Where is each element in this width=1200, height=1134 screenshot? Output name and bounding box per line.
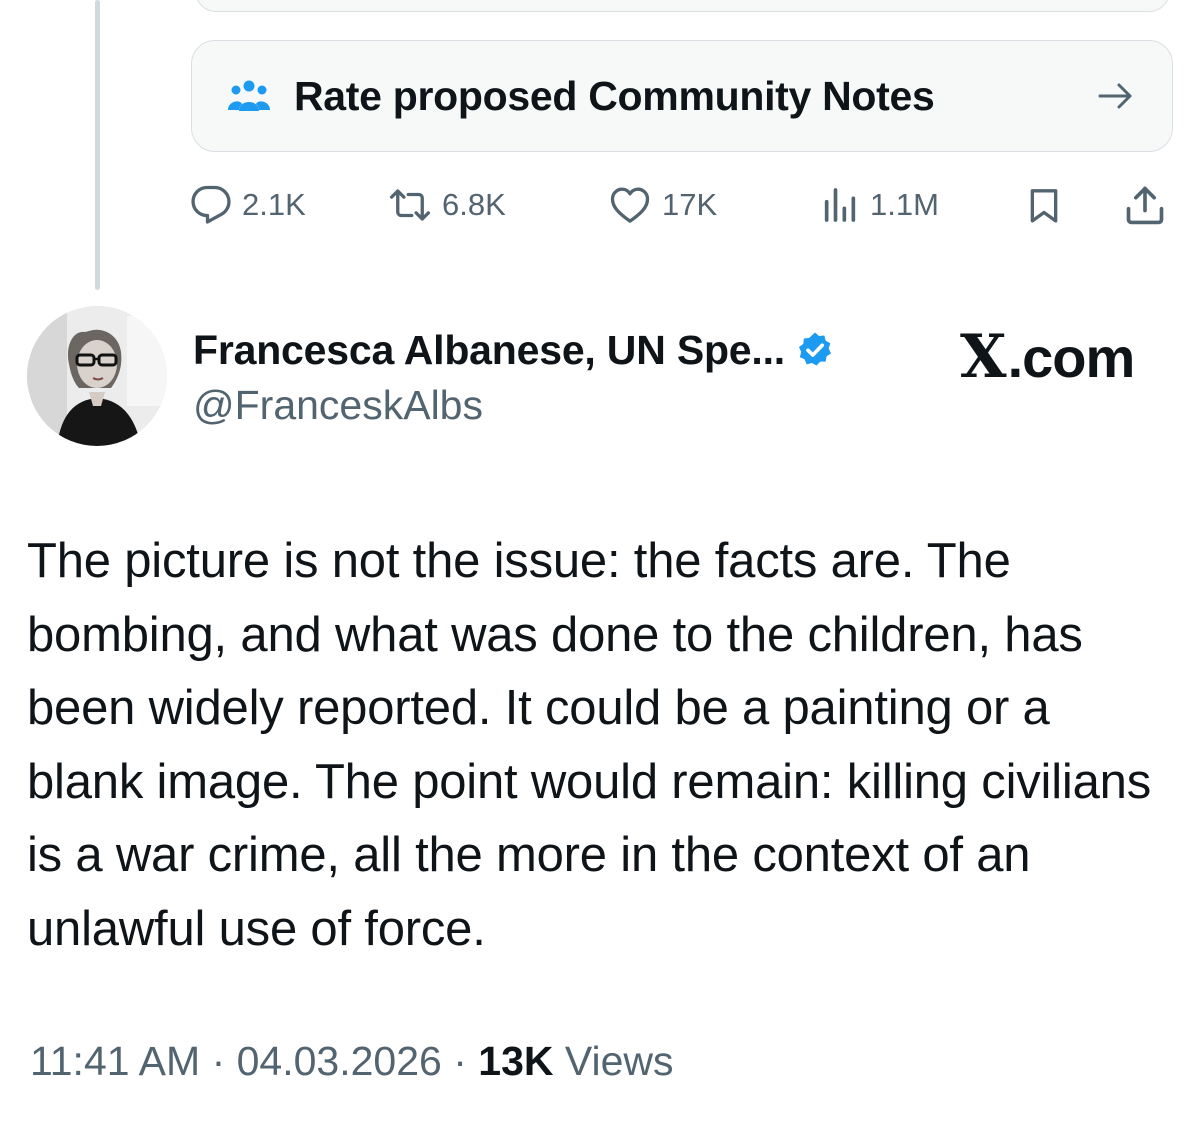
like-button[interactable]: 17K bbox=[608, 178, 717, 232]
reply-count: 2.1K bbox=[242, 187, 306, 222]
rate-community-notes-card[interactable]: Rate proposed Community Notes bbox=[191, 40, 1173, 152]
tweet-views-label[interactable]: Views bbox=[553, 1038, 674, 1084]
tweet-date[interactable]: 04.03.2026 bbox=[237, 1038, 442, 1084]
community-notes-label: Rate proposed Community Notes bbox=[294, 72, 935, 119]
share-icon bbox=[1123, 183, 1167, 227]
x-com-text: .com bbox=[1007, 325, 1136, 389]
author-name-row[interactable]: Francesca Albanese, UN Spe... bbox=[193, 322, 835, 378]
repost-button[interactable]: 6.8K bbox=[388, 178, 506, 232]
x-com-logo: X .com bbox=[960, 322, 1136, 392]
comment-icon bbox=[190, 184, 232, 226]
bookmark-icon bbox=[1024, 184, 1064, 226]
author-handle[interactable]: @FranceskAlbs bbox=[193, 382, 483, 429]
heart-icon bbox=[608, 184, 652, 226]
views-button[interactable]: 1.1M bbox=[820, 178, 939, 232]
meta-separator: · bbox=[441, 1038, 479, 1084]
like-count: 17K bbox=[662, 187, 718, 222]
reply-button[interactable]: 2.1K bbox=[190, 178, 306, 232]
action-bar: 2.1K 6.8K 17K 1.1M bbox=[190, 178, 1175, 232]
tweet-time[interactable]: 11:41 AM bbox=[30, 1038, 200, 1084]
meta-separator: · bbox=[200, 1038, 237, 1084]
arrow-right-icon bbox=[1098, 82, 1134, 110]
tweet-text: The picture is not the issue: the facts … bbox=[27, 534, 1152, 956]
x-logo-icon: X bbox=[960, 322, 1007, 392]
verified-badge-icon bbox=[795, 330, 835, 370]
previous-card-edge bbox=[195, 0, 1170, 12]
tweet-views-count[interactable]: 13K bbox=[478, 1038, 553, 1084]
share-button[interactable] bbox=[1123, 178, 1167, 232]
people-icon bbox=[228, 79, 270, 113]
repost-icon bbox=[388, 184, 432, 226]
analytics-icon bbox=[820, 185, 860, 225]
repost-count: 6.8K bbox=[442, 187, 506, 222]
bookmark-button[interactable] bbox=[1024, 178, 1064, 232]
tweet-meta: 11:41 AM · 04.03.2026 · 13K Views bbox=[30, 1038, 674, 1085]
thread-connector-line bbox=[95, 0, 100, 290]
author-display-name[interactable]: Francesca Albanese, UN Spe... bbox=[193, 327, 785, 374]
views-count: 1.1M bbox=[870, 187, 939, 222]
avatar[interactable] bbox=[27, 306, 167, 446]
